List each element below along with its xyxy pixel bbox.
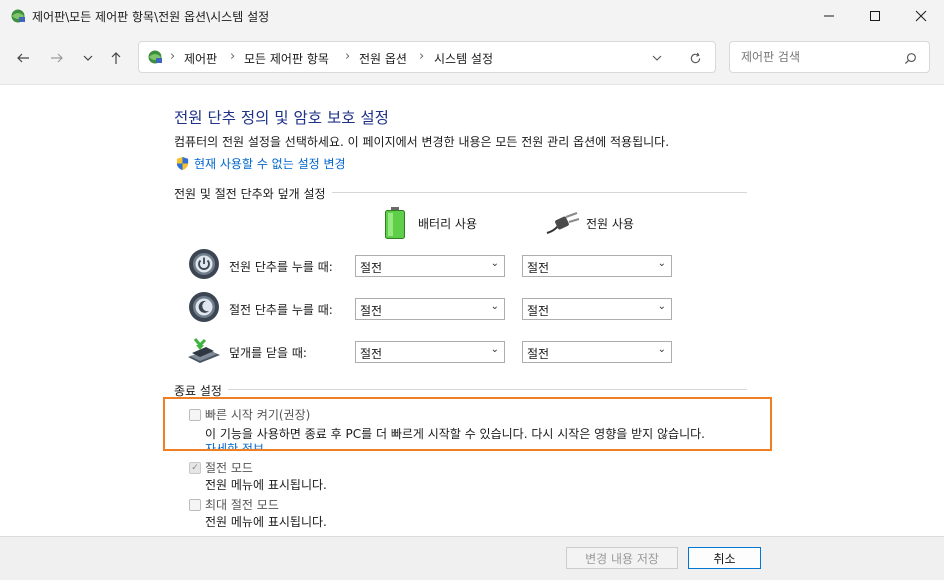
- sleep-mode-description: 전원 메뉴에 표시됩니다.: [205, 478, 327, 492]
- highlight-box: [163, 397, 772, 451]
- breadcrumb-control-panel[interactable]: 제어판: [184, 50, 217, 67]
- control-panel-icon: [146, 48, 164, 66]
- chevron-down-icon: ⌄: [657, 258, 666, 269]
- select-value: 절전: [527, 304, 550, 318]
- search-icon[interactable]: [902, 50, 918, 66]
- sleep-button-battery-select[interactable]: 절전 ⌄: [355, 298, 505, 320]
- address-dropdown-button[interactable]: [649, 50, 665, 66]
- chevron-down-icon: ⌄: [657, 301, 666, 312]
- hibernate-checkbox[interactable]: [189, 499, 201, 511]
- chevron-right-icon: ›: [345, 49, 351, 64]
- column-header-plugged-in: 전원 사용: [586, 217, 634, 231]
- breadcrumb-power-options[interactable]: 전원 옵션: [359, 50, 407, 67]
- minimize-button[interactable]: [806, 0, 852, 32]
- lid-close-battery-select[interactable]: 절전 ⌄: [355, 341, 505, 363]
- section-divider: [174, 389, 747, 390]
- hibernate-label: 최대 절전 모드: [205, 498, 279, 512]
- page-title: 전원 단추 정의 및 암호 보호 설정: [174, 109, 389, 127]
- power-plug-icon: [546, 210, 580, 236]
- change-unavailable-settings-link[interactable]: 현재 사용할 수 없는 설정 변경: [194, 155, 346, 172]
- select-value: 절전: [360, 304, 383, 318]
- laptop-lid-icon: [186, 334, 222, 366]
- breadcrumb-all-items[interactable]: 모든 제어판 항목: [244, 50, 329, 67]
- sleep-button-label: 절전 단추를 누를 때:: [229, 303, 333, 317]
- forward-button[interactable]: [45, 46, 69, 70]
- sleep-button-icon: [188, 291, 220, 323]
- power-button-battery-select[interactable]: 절전 ⌄: [355, 255, 505, 277]
- window-title: 제어판\모든 제어판 항목\전원 옵션\시스템 설정: [32, 10, 270, 24]
- back-button[interactable]: [11, 46, 35, 70]
- power-button-plugged-select[interactable]: 절전 ⌄: [522, 255, 672, 277]
- content-area: [0, 84, 944, 580]
- uac-shield-icon: [174, 155, 190, 171]
- select-value: 절전: [527, 347, 550, 361]
- cancel-button[interactable]: 취소: [688, 547, 761, 569]
- select-value: 절전: [360, 347, 383, 361]
- select-value: 절전: [360, 261, 383, 275]
- chevron-down-icon: ⌄: [657, 344, 666, 355]
- lid-close-label: 덮개를 닫을 때:: [229, 346, 307, 360]
- section-title-power-buttons: 전원 및 절전 단추와 덮개 설정: [174, 185, 332, 202]
- chevron-down-icon: ⌄: [490, 344, 499, 355]
- battery-icon: [382, 206, 408, 240]
- search-input[interactable]: [739, 49, 903, 65]
- footer-bar: [0, 536, 944, 580]
- chevron-down-icon: ⌄: [490, 301, 499, 312]
- close-button[interactable]: [898, 0, 944, 32]
- lid-close-plugged-select[interactable]: 절전 ⌄: [522, 341, 672, 363]
- page-description: 컴퓨터의 전원 설정을 선택하세요. 이 페이지에서 변경한 내용은 모든 전원…: [174, 135, 670, 149]
- maximize-button[interactable]: [852, 0, 898, 32]
- sleep-mode-checkbox[interactable]: ✓: [189, 462, 201, 474]
- up-button[interactable]: [104, 46, 128, 70]
- recent-locations-button[interactable]: [76, 46, 100, 70]
- refresh-button[interactable]: [687, 50, 703, 66]
- address-bar[interactable]: › 제어판 › 모든 제어판 항목 › 전원 옵션 › 시스템 설정: [138, 41, 716, 73]
- sleep-button-plugged-select[interactable]: 절전 ⌄: [522, 298, 672, 320]
- power-button-label: 전원 단추를 누를 때:: [229, 260, 333, 274]
- sleep-mode-label: 절전 모드: [205, 461, 253, 475]
- chevron-down-icon: ⌄: [490, 258, 499, 269]
- column-header-battery: 배터리 사용: [418, 217, 478, 231]
- search-box[interactable]: [729, 41, 930, 73]
- select-value: 절전: [527, 261, 550, 275]
- chevron-right-icon: ›: [419, 49, 425, 64]
- power-button-icon: [188, 248, 220, 280]
- chevron-right-icon: ›: [230, 49, 236, 64]
- breadcrumb-system-settings[interactable]: 시스템 설정: [434, 50, 493, 67]
- save-changes-button[interactable]: 변경 내용 저장: [566, 547, 678, 569]
- hibernate-description: 전원 메뉴에 표시됩니다.: [205, 515, 327, 529]
- chevron-right-icon: ›: [170, 49, 176, 64]
- control-panel-icon: [9, 7, 27, 25]
